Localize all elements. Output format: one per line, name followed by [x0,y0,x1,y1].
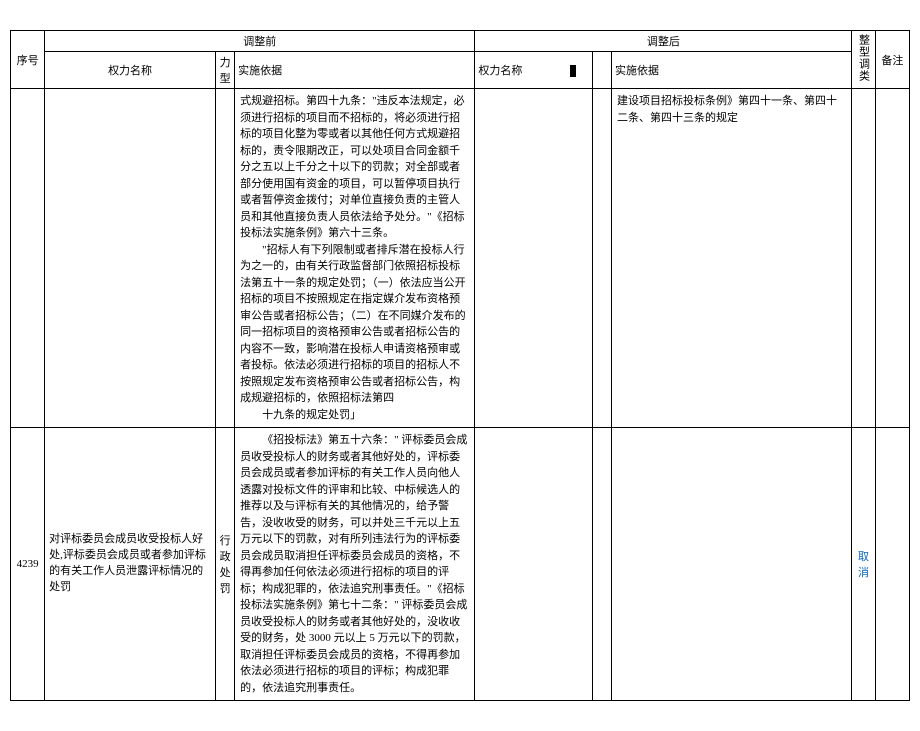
cell-name-before [45,89,216,428]
col-basis-after: 实施依据 [612,52,852,89]
col-group-before: 调整前 [45,31,475,52]
table-header: 序号 调整前 调整后 整型调类 备注 权力名称 力型 实施依据 权力名称 实施依… [11,31,910,89]
col-seq: 序号 [11,31,45,89]
cell-seq: 4239 [11,428,45,701]
col-type-before: 力型 [215,52,234,89]
cell-type-after [592,89,611,428]
table-row: 4239 对评标委员会成员收受投标人好处,评标委员会成员或者参加评标的有关工作人… [11,428,910,701]
cell-name-after [475,89,592,428]
cell-note [875,89,909,428]
cell-basis-after [612,428,852,701]
col-name-before: 权力名称 [45,52,216,89]
adjust-link[interactable]: 取消 [858,551,869,579]
cell-type-before: 行政处罚 [215,428,234,701]
cell-name-after [475,428,592,701]
col-name-after: 权力名称 [475,52,592,89]
cell-note [875,428,909,701]
cell-adjust: 取消 [852,428,875,701]
cell-basis-before: 式规避招标。第四十九条："违反本法规定，必须进行招标的项目而不招标的，将必须进行… [235,89,475,428]
table-row: 式规避招标。第四十九条："违反本法规定，必须进行招标的项目而不招标的，将必须进行… [11,89,910,428]
regulation-table: 序号 调整前 调整后 整型调类 备注 权力名称 力型 实施依据 权力名称 实施依… [10,30,910,701]
col-basis-before: 实施依据 [235,52,475,89]
col-note: 备注 [875,31,909,89]
cell-type-after [592,428,611,701]
col-group-after: 调整后 [475,31,852,52]
cell-type-before [215,89,234,428]
col-adjust: 整型调类 [852,31,875,89]
redaction-mark [570,65,576,77]
cell-basis-before: 《招投标法》第五十六条：" 评标委员会成员收受投标人的财务或者其他好处的，评标委… [235,428,475,701]
cell-seq [11,89,45,428]
col-type-after [592,52,611,89]
cell-basis-after: 建设项目招标投标条例》第四十一条、第四十二条、第四十三条的规定 [612,89,852,428]
cell-name-before: 对评标委员会成员收受投标人好处,评标委员会成员或者参加评标的有关工作人员泄露评标… [45,428,216,701]
cell-adjust [852,89,875,428]
